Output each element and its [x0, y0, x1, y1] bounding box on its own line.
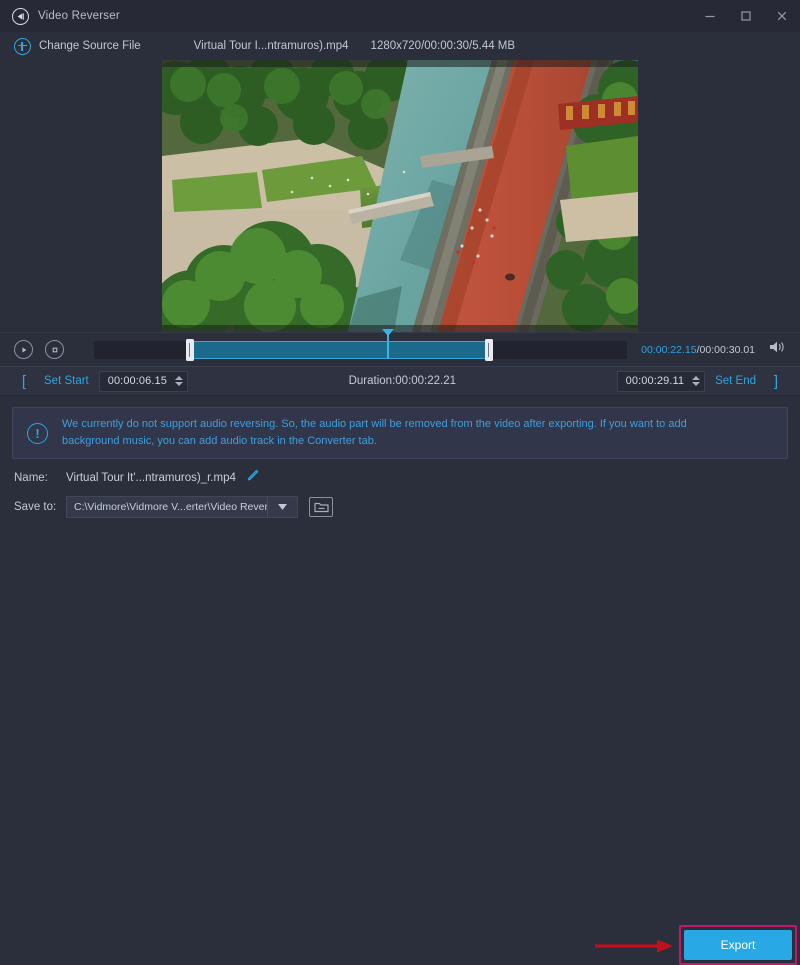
chevron-down-icon — [175, 382, 183, 386]
video-preview[interactable] — [162, 60, 638, 332]
start-time-value: 00:00:06.15 — [108, 375, 167, 387]
duration-label: Duration:00:00:22.21 — [188, 375, 617, 387]
save-to-row: Save to: C:\Vidmore\Vidmore V...erter\Vi… — [14, 496, 800, 518]
end-time-value: 00:00:29.11 — [626, 375, 684, 387]
playhead-marker[interactable] — [387, 333, 389, 359]
time-readout: 00:00:22.15/00:00:30.01 — [641, 344, 755, 356]
trim-controls-row: [ Set Start 00:00:06.15 Duration:00:00:2… — [0, 366, 800, 396]
speaker-icon[interactable] — [769, 340, 786, 359]
minimize-icon[interactable] — [692, 0, 728, 32]
source-file-name: Virtual Tour I...ntramuros).mp4 — [194, 40, 349, 52]
end-time-stepper[interactable] — [692, 376, 700, 386]
change-source-file-button[interactable]: Change Source File — [39, 40, 141, 52]
trim-handle-start[interactable] — [186, 339, 194, 361]
trim-track[interactable] — [94, 340, 627, 360]
stop-circle-icon[interactable] — [45, 340, 64, 359]
window-controls — [692, 0, 800, 32]
title-bar: Video Reverser — [0, 0, 800, 32]
set-end-button[interactable]: Set End — [705, 375, 766, 387]
trim-handle-end[interactable] — [485, 339, 493, 361]
maximize-icon[interactable] — [728, 0, 764, 32]
current-time: 00:00:22.15 — [641, 344, 696, 356]
plus-circle-icon[interactable] — [14, 38, 31, 55]
output-name-row: Name: Virtual Tour It'...ntramuros)_r.mp… — [14, 468, 800, 488]
save-path-combobox[interactable]: C:\Vidmore\Vidmore V...erter\Video Rever… — [66, 496, 298, 518]
exclamation-circle-icon: ! — [27, 423, 48, 444]
caret-down-icon[interactable] — [267, 497, 297, 517]
name-label: Name: — [14, 472, 66, 484]
export-button[interactable]: Export — [684, 930, 792, 960]
folder-icon[interactable] — [309, 497, 333, 517]
video-reverser-window: Video Reverser Change Source File Virtua… — [0, 0, 800, 523]
end-bracket-icon: ] — [766, 373, 786, 390]
play-circle-icon[interactable] — [14, 340, 33, 359]
chevron-down-icon — [692, 382, 700, 386]
total-time: 00:00:30.01 — [700, 344, 755, 356]
audio-warning-banner: ! We currently do not support audio reve… — [12, 407, 788, 459]
window-title: Video Reverser — [38, 10, 120, 22]
output-settings: Name: Virtual Tour It'...ntramuros)_r.mp… — [0, 459, 800, 523]
start-bracket-icon: [ — [14, 373, 34, 390]
save-path-value: C:\Vidmore\Vidmore V...erter\Video Rever… — [67, 501, 267, 513]
close-icon[interactable] — [764, 0, 800, 32]
reverse-play-icon — [12, 8, 29, 25]
playback-timeline-row: 00:00:22.15/00:00:30.01 — [0, 332, 800, 366]
output-name-value: Virtual Tour It'...ntramuros)_r.mp4 — [66, 472, 236, 484]
audio-warning-text: We currently do not support audio revers… — [62, 416, 727, 450]
start-time-stepper[interactable] — [175, 376, 183, 386]
save-to-label: Save to: — [14, 501, 66, 513]
source-file-meta: 1280x720/00:00:30/5.44 MB — [371, 40, 516, 52]
track-selection[interactable] — [190, 341, 489, 359]
pencil-icon[interactable] — [246, 469, 259, 487]
arrow-right-annotation — [595, 938, 673, 959]
preview-area — [0, 60, 800, 332]
set-start-button[interactable]: Set Start — [34, 375, 99, 387]
start-time-field[interactable]: 00:00:06.15 — [99, 371, 188, 392]
source-bar: Change Source File Virtual Tour I...ntra… — [0, 32, 800, 60]
end-time-field[interactable]: 00:00:29.11 — [617, 371, 705, 392]
chevron-up-icon — [692, 376, 700, 380]
chevron-up-icon — [175, 376, 183, 380]
